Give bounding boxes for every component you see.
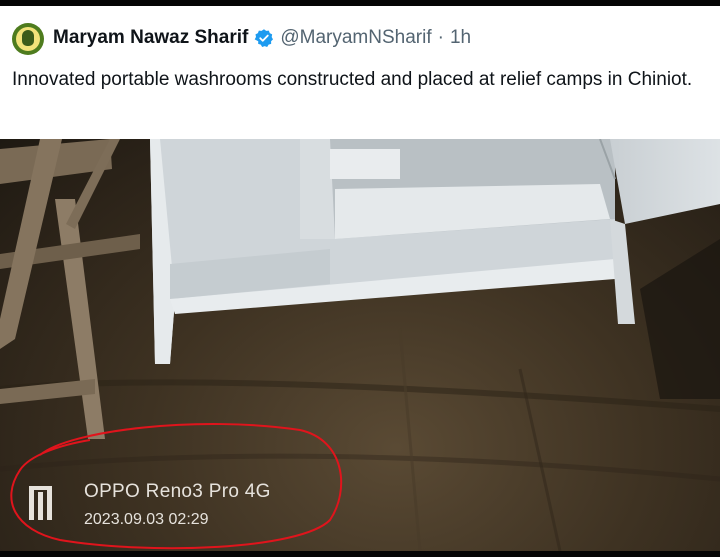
avatar-portrait — [22, 30, 34, 46]
author-name[interactable]: Maryam Nawaz Sharif — [53, 27, 248, 49]
tweet-card[interactable]: Maryam Nawaz Sharif @MaryamNSharif · 1h … — [0, 6, 720, 139]
screenshot-frame: Maryam Nawaz Sharif @MaryamNSharif · 1h … — [0, 0, 720, 557]
verified-badge-icon — [255, 29, 274, 47]
author-handle[interactable]: @MaryamNSharif — [280, 27, 431, 49]
tweet-timestamp[interactable]: 1h — [450, 27, 471, 49]
tweet-text: Innovated portable washrooms constructed… — [12, 69, 693, 90]
watermark-timestamp: 2023.09.03 02:29 — [84, 511, 209, 528]
author-avatar[interactable] — [12, 23, 44, 55]
meta-separator: · — [437, 27, 444, 48]
oppo-camera-watermark-icon — [29, 486, 52, 520]
tweet-header: Maryam Nawaz Sharif @MaryamNSharif · 1h — [53, 26, 471, 50]
watermark-device: OPPO Reno3 Pro 4G — [84, 481, 271, 502]
